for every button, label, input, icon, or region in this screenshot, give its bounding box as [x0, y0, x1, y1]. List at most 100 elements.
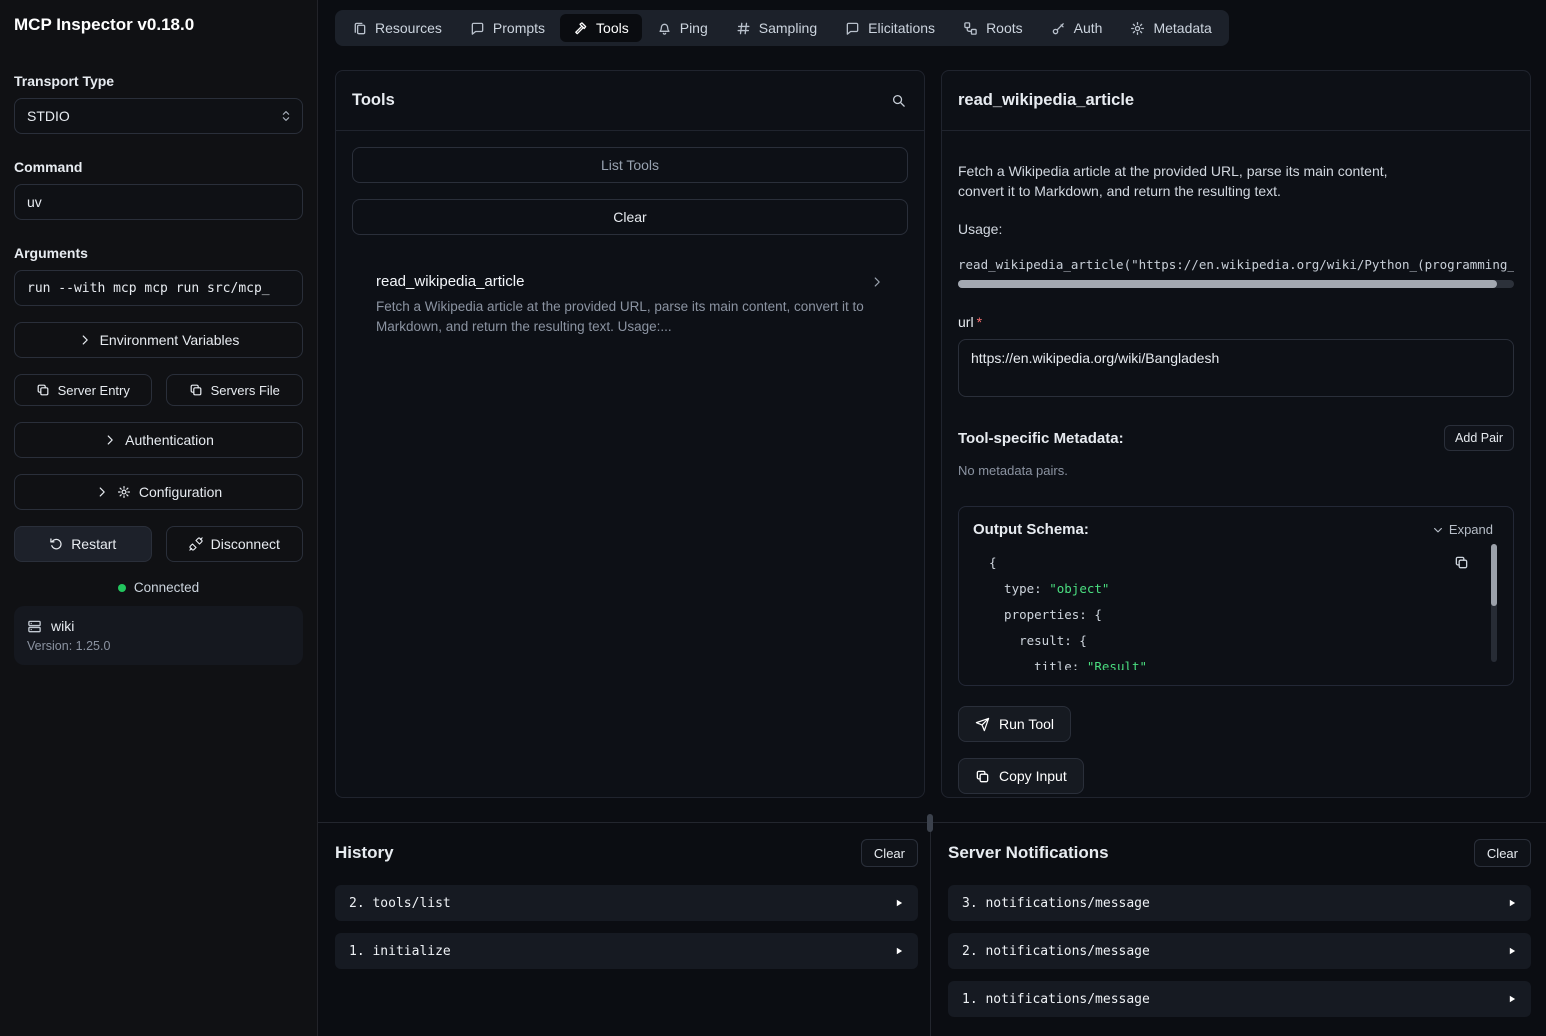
play-icon [1507, 946, 1517, 956]
connection-status: Connected [14, 580, 303, 595]
gear-icon [117, 485, 131, 499]
clear-notifications-button[interactable]: Clear [1474, 839, 1531, 867]
tab-label: Tools [596, 20, 629, 36]
url-field-label: url* [958, 314, 1514, 330]
chevron-right-icon [95, 485, 109, 499]
server-name: wiki [51, 618, 74, 634]
play-icon [894, 898, 904, 908]
code-string: "Result" [1087, 659, 1147, 670]
notification-item[interactable]: 2. notifications/message [948, 933, 1531, 969]
environment-variables-label: Environment Variables [100, 332, 240, 348]
sidebar: MCP Inspector v0.18.0 Transport Type STD… [0, 0, 318, 1036]
url-input[interactable]: https://en.wikipedia.org/wiki/Bangladesh [958, 339, 1514, 397]
play-icon [894, 946, 904, 956]
tab-prompts[interactable]: Prompts [457, 14, 558, 42]
server-icon [27, 619, 42, 634]
tab-elicitations[interactable]: Elicitations [832, 14, 948, 42]
history-panel: History Clear 2. tools/list 1. initializ… [318, 823, 930, 1036]
tab-label: Elicitations [868, 20, 935, 36]
tool-name: read_wikipedia_article [376, 273, 524, 290]
tab-resources[interactable]: Resources [339, 14, 455, 42]
notification-item[interactable]: 3. notifications/message [948, 885, 1531, 921]
tab-label: Ping [680, 20, 708, 36]
restart-icon [49, 537, 63, 551]
history-item-label: 2. tools/list [349, 896, 451, 911]
app-title: MCP Inspector v0.18.0 [14, 15, 303, 35]
command-input[interactable] [14, 184, 303, 220]
configuration-button[interactable]: Configuration [14, 474, 303, 510]
schema-code-block: { type: "object" properties: { result: {… [973, 544, 1499, 670]
play-icon [1507, 898, 1517, 908]
environment-variables-button[interactable]: Environment Variables [14, 322, 303, 358]
transport-select-value: STDIO [27, 108, 70, 124]
run-tool-button[interactable]: Run Tool [958, 706, 1071, 742]
disconnect-label: Disconnect [211, 536, 280, 552]
list-tools-button[interactable]: List Tools [352, 147, 908, 183]
expand-label: Expand [1449, 522, 1493, 537]
output-schema-panel: Output Schema: Expand { type: "object" p… [958, 506, 1514, 686]
play-icon [1507, 994, 1517, 1004]
copy-schema-icon[interactable] [1448, 554, 1475, 571]
clear-history-button[interactable]: Clear [861, 839, 918, 867]
history-item[interactable]: 2. tools/list [335, 885, 918, 921]
history-item[interactable]: 1. initialize [335, 933, 918, 969]
server-version: Version: 1.25.0 [27, 639, 290, 653]
tools-panel: Tools List Tools Clear read_wikipedia_ar… [335, 70, 925, 798]
authentication-button[interactable]: Authentication [14, 422, 303, 458]
status-label: Connected [134, 580, 199, 595]
tab-ping[interactable]: Ping [644, 14, 721, 42]
panel-divider [930, 823, 931, 1036]
arguments-input[interactable] [14, 270, 303, 306]
expand-schema-button[interactable]: Expand [1426, 521, 1499, 538]
tab-label: Auth [1074, 20, 1103, 36]
hammer-icon [573, 21, 588, 36]
tools-panel-title: Tools [352, 91, 395, 110]
resize-handle[interactable] [927, 814, 933, 832]
key-icon [1051, 21, 1066, 36]
tab-auth[interactable]: Auth [1038, 14, 1116, 42]
transport-select[interactable]: STDIO [14, 98, 303, 134]
files-icon [352, 21, 367, 36]
tab-sampling[interactable]: Sampling [723, 14, 830, 42]
command-label: Command [14, 159, 303, 175]
usage-code: read_wikipedia_article("https://en.wikip… [958, 257, 1514, 272]
horizontal-scrollbar-thumb[interactable] [958, 280, 1497, 288]
unplug-icon [189, 537, 203, 551]
notification-item-label: 1. notifications/message [962, 992, 1150, 1007]
servers-file-button[interactable]: Servers File [166, 374, 304, 406]
server-notifications-panel: Server Notifications Clear 3. notificati… [931, 823, 1546, 1036]
add-pair-button[interactable]: Add Pair [1444, 425, 1514, 451]
tab-bar: Resources Prompts Tools Ping Sampling El… [335, 10, 1229, 46]
server-card: wiki Version: 1.25.0 [14, 606, 303, 665]
tab-tools[interactable]: Tools [560, 14, 642, 42]
tab-metadata[interactable]: Metadata [1117, 14, 1224, 42]
usage-label: Usage: [958, 221, 1514, 237]
gear-icon [1130, 21, 1145, 36]
copy-icon [975, 769, 990, 784]
required-mark: * [977, 314, 982, 330]
tab-roots[interactable]: Roots [950, 14, 1036, 42]
server-entry-label: Server Entry [58, 383, 130, 398]
copy-input-button[interactable]: Copy Input [958, 758, 1084, 794]
history-item-label: 1. initialize [349, 944, 451, 959]
vertical-scrollbar-thumb[interactable] [1491, 544, 1497, 606]
server-entry-button[interactable]: Server Entry [14, 374, 152, 406]
tool-list-item[interactable]: read_wikipedia_article Fetch a Wikipedia… [352, 273, 908, 337]
disconnect-button[interactable]: Disconnect [166, 526, 304, 562]
bottom-panels: History Clear 2. tools/list 1. initializ… [318, 822, 1546, 1036]
search-icon[interactable] [889, 91, 908, 110]
chevron-up-down-icon [279, 109, 293, 123]
workflow-icon [963, 21, 978, 36]
restart-button[interactable]: Restart [14, 526, 152, 562]
run-tool-label: Run Tool [999, 716, 1054, 732]
tab-label: Sampling [759, 20, 817, 36]
copy-input-label: Copy Input [999, 768, 1067, 784]
tab-label: Metadata [1153, 20, 1211, 36]
server-config-buttons: Server Entry Servers File [14, 374, 303, 406]
connection-buttons: Restart Disconnect [14, 526, 303, 562]
authentication-label: Authentication [125, 432, 214, 448]
clear-tools-button[interactable]: Clear [352, 199, 908, 235]
notification-item[interactable]: 1. notifications/message [948, 981, 1531, 1017]
output-schema-label: Output Schema: [973, 521, 1089, 538]
notification-item-label: 2. notifications/message [962, 944, 1150, 959]
